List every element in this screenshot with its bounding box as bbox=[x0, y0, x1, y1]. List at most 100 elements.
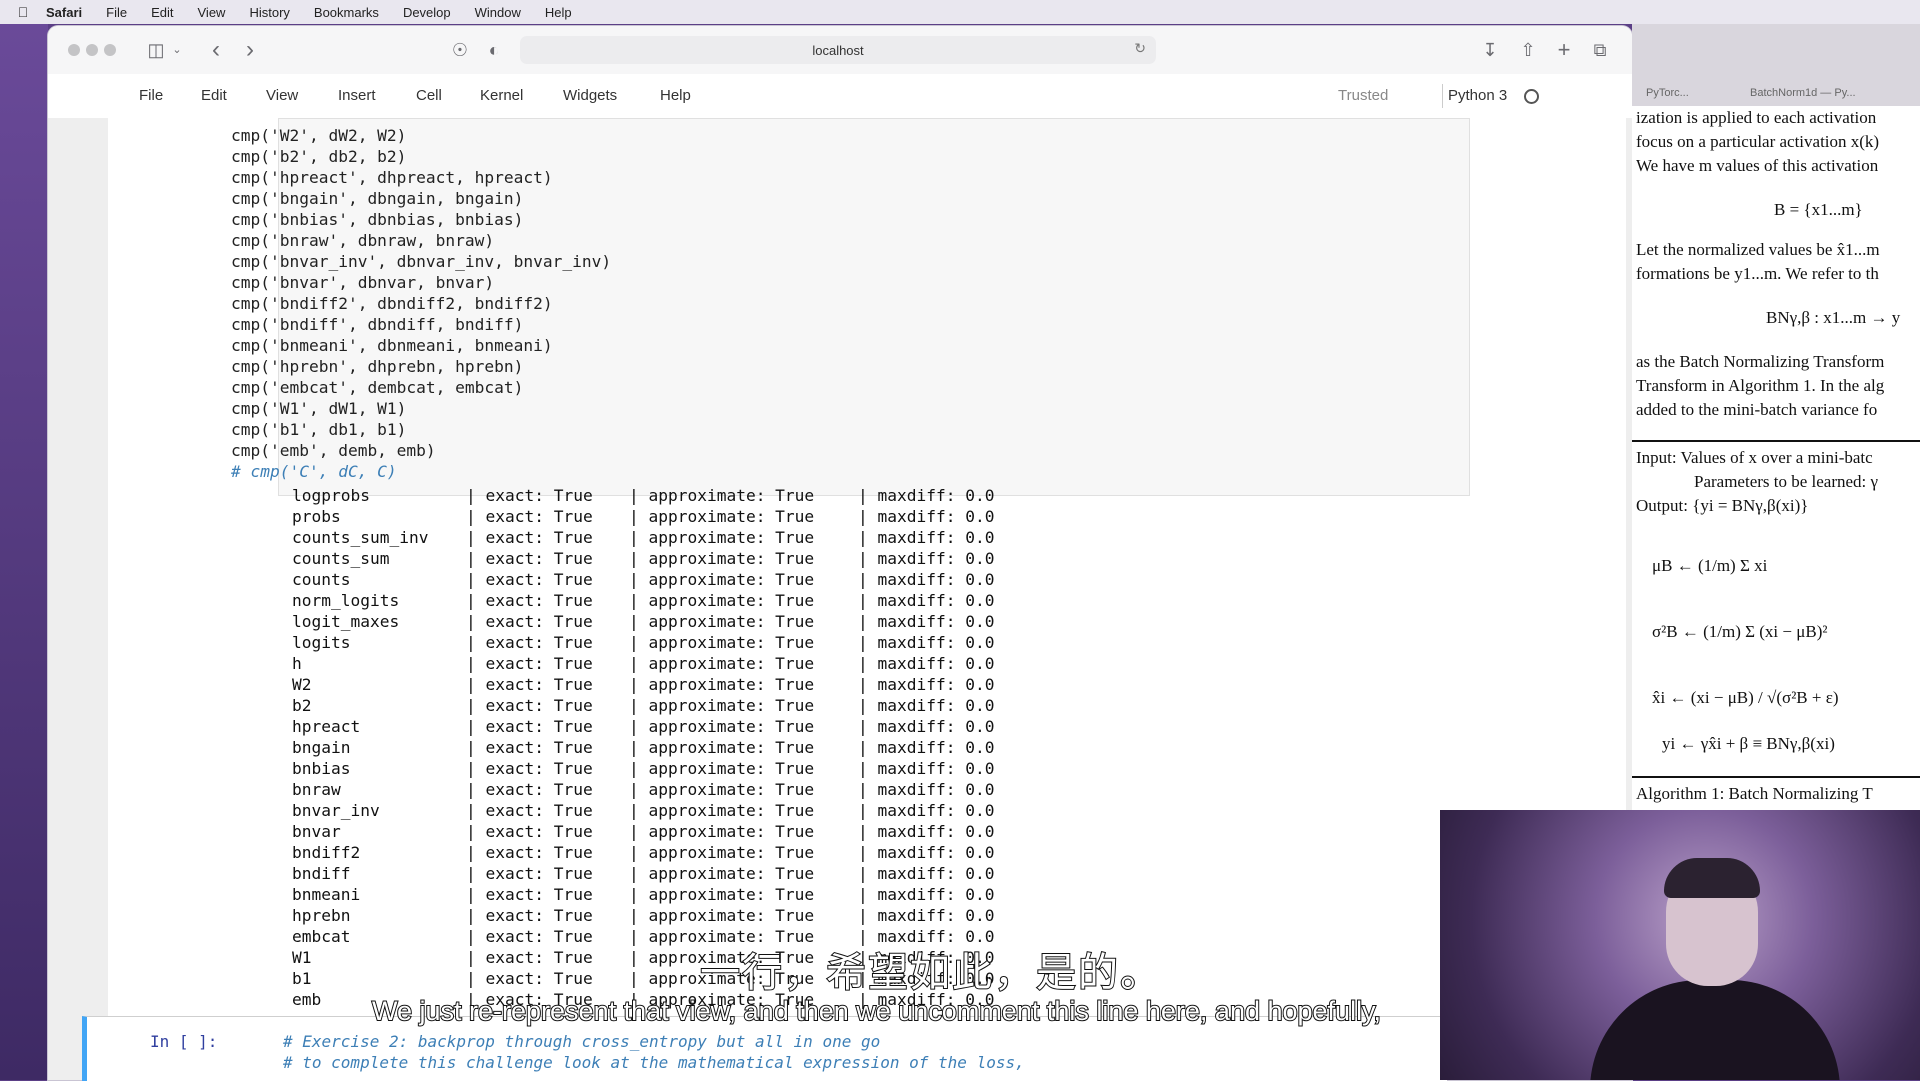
shield-icon[interactable]: ◐ bbox=[482, 38, 506, 62]
paper-text: We have m values of this activation bbox=[1636, 156, 1879, 175]
subtitle-chinese: 一行，希望如此，是的。 bbox=[699, 949, 1162, 997]
output-maxdiff: | maxdiff: 0.0 bbox=[858, 612, 995, 631]
kernel-name[interactable]: Python 3 bbox=[1448, 87, 1507, 104]
reload-icon[interactable]: ↻ bbox=[1134, 40, 1146, 57]
apple-icon[interactable]:  bbox=[0, 4, 46, 20]
code-line: cmp('hprebn', dhprebn, hprebn) bbox=[231, 357, 524, 376]
tab-batchnorm1d[interactable]: BatchNorm1d — Py... bbox=[1750, 80, 1856, 106]
output-variable-name: bnvar_inv bbox=[292, 801, 380, 820]
output-exact: | exact: True bbox=[466, 507, 593, 526]
paper-equation: BNγ,β : x1...m → y bbox=[1766, 308, 1901, 327]
menu-safari[interactable]: Safari bbox=[46, 5, 82, 20]
output-exact: | exact: True bbox=[466, 675, 593, 694]
close-window-button[interactable] bbox=[68, 44, 80, 56]
paper-text: as the Batch Normalizing Transform bbox=[1636, 352, 1885, 371]
new-tab-icon[interactable]: + bbox=[1552, 38, 1576, 62]
downloads-icon[interactable]: ↧ bbox=[1478, 38, 1502, 62]
nb-menu-kernel[interactable]: Kernel bbox=[480, 87, 523, 104]
code-comment-line: # cmp('C', dC, C) bbox=[231, 462, 397, 481]
menu-bookmarks[interactable]: Bookmarks bbox=[314, 5, 379, 20]
output-variable-name: bnbias bbox=[292, 759, 351, 778]
output-variable-name: W2 bbox=[292, 675, 312, 694]
sidebar-toggle-icon[interactable]: ◫ bbox=[144, 38, 168, 62]
output-exact: | exact: True bbox=[466, 927, 593, 946]
nb-menu-edit[interactable]: Edit bbox=[201, 87, 227, 104]
output-variable-name: logits bbox=[292, 633, 351, 652]
output-maxdiff: | maxdiff: 0.0 bbox=[858, 822, 995, 841]
output-variable-name: counts_sum bbox=[292, 549, 390, 568]
paper-equation: σ²B ← (1/m) Σ (xi − μB)² bbox=[1652, 622, 1828, 641]
code-line: cmp('hpreact', dhpreact, hpreact) bbox=[231, 168, 553, 187]
output-approximate: | approximate: True bbox=[629, 801, 815, 820]
output-approximate: | approximate: True bbox=[629, 675, 815, 694]
menu-develop[interactable]: Develop bbox=[403, 5, 451, 20]
output-variable-name: W1 bbox=[292, 948, 312, 967]
minimize-window-button[interactable] bbox=[86, 44, 98, 56]
output-exact: | exact: True bbox=[466, 612, 593, 631]
output-maxdiff: | maxdiff: 0.0 bbox=[858, 801, 995, 820]
presenter-hair bbox=[1664, 858, 1760, 898]
output-maxdiff: | maxdiff: 0.0 bbox=[858, 906, 995, 925]
output-exact: | exact: True bbox=[466, 969, 593, 988]
code-line: cmp('W1', dW1, W1) bbox=[231, 399, 407, 418]
code-line: cmp('embcat', dembcat, embcat) bbox=[231, 378, 524, 397]
menu-history[interactable]: History bbox=[249, 5, 289, 20]
nb-menu-insert[interactable]: Insert bbox=[338, 87, 376, 104]
tab-pytorch[interactable]: PyTorc... bbox=[1646, 80, 1689, 106]
output-exact: | exact: True bbox=[466, 654, 593, 673]
output-variable-name: logit_maxes bbox=[292, 612, 400, 631]
output-variable-name: bnraw bbox=[292, 780, 341, 799]
address-bar[interactable]: localhost ↻ bbox=[520, 36, 1156, 64]
code-line: cmp('bndiff2', dbndiff2, bndiff2) bbox=[231, 294, 553, 313]
menu-file[interactable]: File bbox=[106, 5, 127, 20]
output-approximate: | approximate: True bbox=[629, 738, 815, 757]
output-variable-name: bndiff bbox=[292, 864, 351, 883]
code-line: cmp('b2', db2, b2) bbox=[231, 147, 407, 166]
menu-edit[interactable]: Edit bbox=[151, 5, 173, 20]
code-line: cmp('bnvar_inv', dbnvar_inv, bnvar_inv) bbox=[231, 252, 612, 271]
zoom-window-button[interactable] bbox=[104, 44, 116, 56]
paper-equation: B = {x1...m} bbox=[1774, 200, 1863, 219]
back-icon[interactable]: ‹ bbox=[204, 38, 228, 62]
forward-icon[interactable]: › bbox=[238, 38, 262, 62]
safari-window: ◫ ⌄ ‹ › ☉ ◐ localhost ↻ ↧ ⇧ + ⧉ File Edi… bbox=[48, 26, 1632, 1080]
output-variable-name: emb bbox=[292, 990, 322, 1009]
output-maxdiff: | maxdiff: 0.0 bbox=[858, 528, 995, 547]
output-variable-name: probs bbox=[292, 507, 341, 526]
paper-text: ization is applied to each activation bbox=[1636, 108, 1877, 127]
output-maxdiff: | maxdiff: 0.0 bbox=[858, 507, 995, 526]
output-maxdiff: | maxdiff: 0.0 bbox=[858, 885, 995, 904]
output-approximate: | approximate: True bbox=[629, 843, 815, 862]
share-icon[interactable]: ⇧ bbox=[1516, 38, 1540, 62]
webcam-overlay bbox=[1440, 810, 1920, 1080]
paper-equation: x̂i ← (xi − μB) / √(σ²B + ε) bbox=[1652, 688, 1839, 707]
menu-help[interactable]: Help bbox=[545, 5, 572, 20]
nb-menu-help[interactable]: Help bbox=[660, 87, 691, 104]
output-variable-name: b1 bbox=[292, 969, 312, 988]
output-approximate: | approximate: True bbox=[629, 633, 815, 652]
menu-view[interactable]: View bbox=[198, 5, 226, 20]
code-line: cmp('emb', demb, emb) bbox=[231, 441, 436, 460]
output-variable-name: bndiff2 bbox=[292, 843, 361, 862]
output-maxdiff: | maxdiff: 0.0 bbox=[858, 696, 995, 715]
tab-overview-icon[interactable]: ⧉ bbox=[1588, 38, 1612, 62]
nb-menu-view[interactable]: View bbox=[266, 87, 298, 104]
privacy-report-icon[interactable]: ☉ bbox=[448, 38, 472, 62]
output-approximate: | approximate: True bbox=[629, 717, 815, 736]
output-approximate: | approximate: True bbox=[629, 885, 815, 904]
code-line: cmp('bngain', dbngain, bngain) bbox=[231, 189, 524, 208]
presenter-body bbox=[1590, 980, 1840, 1080]
output-approximate: | approximate: True bbox=[629, 591, 815, 610]
code-line: cmp('W2', dW2, W2) bbox=[231, 126, 407, 145]
trusted-indicator[interactable]: Trusted bbox=[1338, 87, 1388, 104]
nb-menu-cell[interactable]: Cell bbox=[416, 87, 442, 104]
output-approximate: | approximate: True bbox=[629, 612, 815, 631]
output-maxdiff: | maxdiff: 0.0 bbox=[858, 759, 995, 778]
output-exact: | exact: True bbox=[466, 528, 593, 547]
output-exact: | exact: True bbox=[466, 843, 593, 862]
output-exact: | exact: True bbox=[466, 885, 593, 904]
chevron-down-icon[interactable]: ⌄ bbox=[170, 38, 184, 62]
nb-menu-file[interactable]: File bbox=[139, 87, 163, 104]
menu-window[interactable]: Window bbox=[475, 5, 521, 20]
nb-menu-widgets[interactable]: Widgets bbox=[563, 87, 617, 104]
